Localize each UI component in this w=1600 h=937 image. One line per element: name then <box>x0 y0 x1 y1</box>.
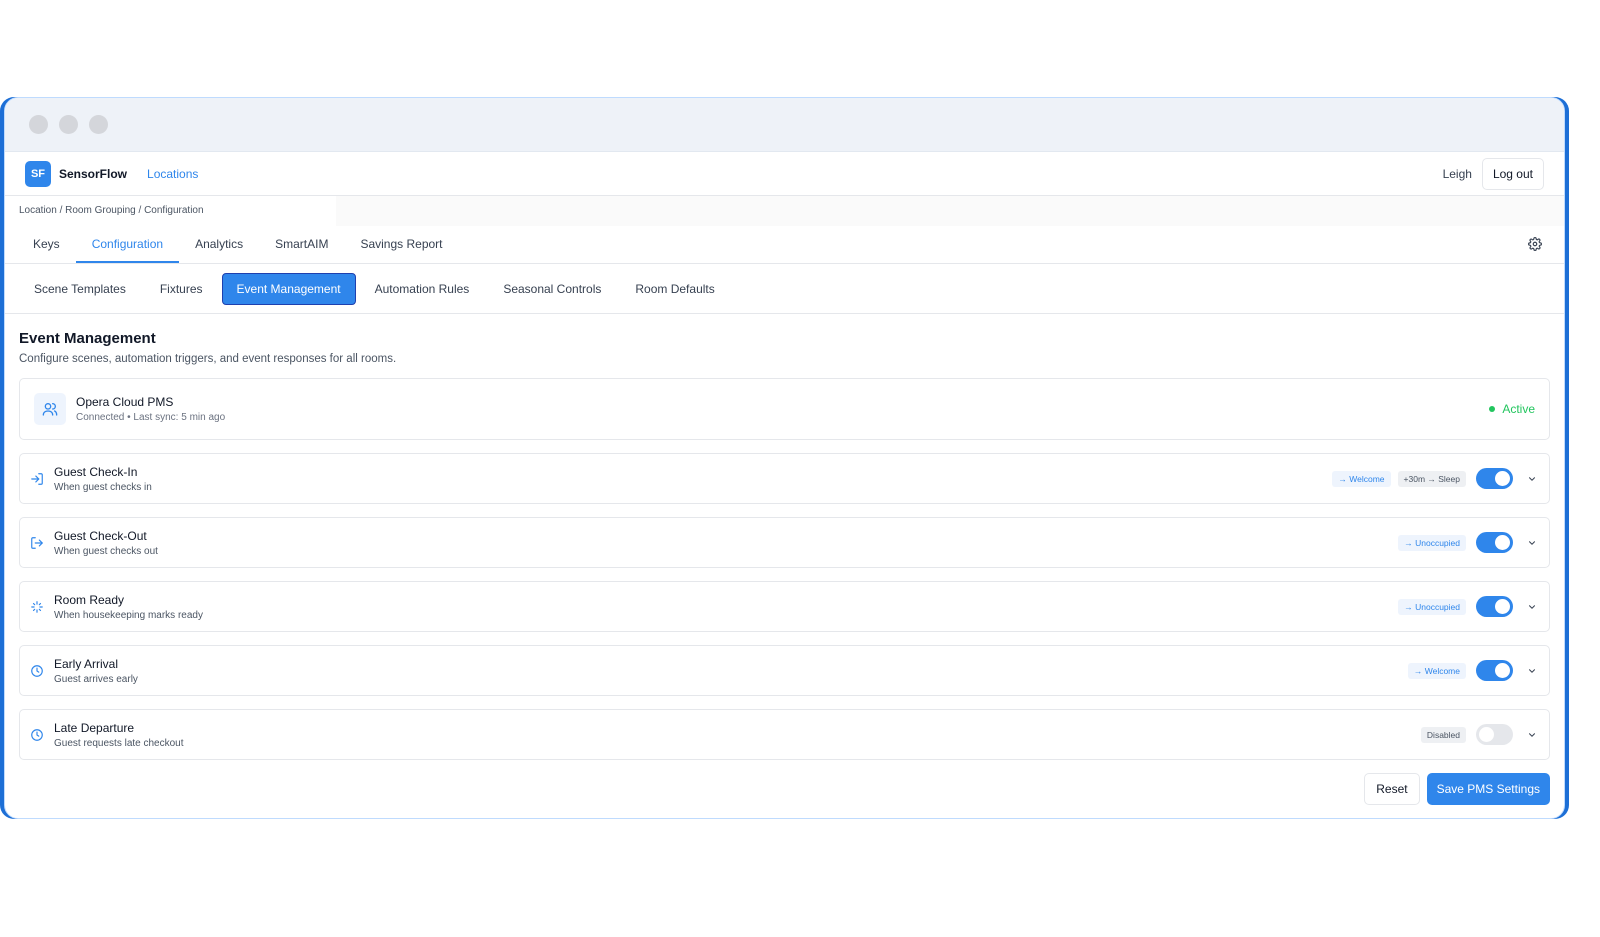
subtab-fixtures[interactable]: Fixtures <box>145 273 218 305</box>
chevron-down-icon[interactable] <box>1523 534 1541 552</box>
reset-button[interactable]: Reset <box>1364 773 1420 805</box>
pms-name: Opera Cloud PMS <box>76 395 174 409</box>
pms-status-line: Connected • Last sync: 5 min ago <box>76 412 226 423</box>
check-out-icon <box>30 536 44 550</box>
event-controls: → Unoccupied <box>1398 532 1541 553</box>
event-enable-toggle[interactable] <box>1476 532 1513 553</box>
window-maximize-dot[interactable] <box>89 115 108 134</box>
subtab-seasonal-controls[interactable]: Seasonal Controls <box>488 273 616 305</box>
event-controls: → Welcome <box>1407 660 1541 681</box>
main-tabs: Keys Configuration Analytics SmartAIM Saving… <box>5 226 1564 264</box>
page-title: Event Management <box>19 330 156 347</box>
chevron-down-icon[interactable] <box>1523 726 1541 744</box>
event-row-early-arrival[interactable]: Early Arrival Guest arrives early → Welcom… <box>19 645 1550 696</box>
event-enable-toggle[interactable] <box>1476 468 1513 489</box>
event-name: Late Departure <box>54 720 135 735</box>
pms-status-badge: Active <box>1489 402 1535 416</box>
gear-icon[interactable] <box>1528 237 1542 251</box>
scene-badge: → Unoccupied <box>1398 598 1466 615</box>
action-footer: Reset Save PMS Settings <box>19 773 1550 805</box>
event-row-room-ready[interactable]: Room Ready When housekeeping marks ready →… <box>19 581 1550 632</box>
event-controls: Disabled <box>1420 724 1541 745</box>
event-list: Guest Check-In When guest checks in → Welc… <box>19 453 1550 760</box>
clock-icon <box>30 664 44 678</box>
pms-connection-card: Opera Cloud PMS Connected • Last sync: 5… <box>19 378 1550 440</box>
breadcrumb: Location / Room Grouping / Configuration <box>5 195 336 226</box>
nav-locations-link[interactable]: Locations <box>147 167 198 181</box>
chevron-down-icon[interactable] <box>1523 598 1541 616</box>
event-row-guest-check-out[interactable]: Guest Check-Out When guest checks out → Un… <box>19 517 1550 568</box>
tab-smartaim[interactable]: SmartAIM <box>259 226 344 263</box>
check-in-icon <box>30 472 44 486</box>
event-name: Early Arrival <box>54 656 119 671</box>
subtab-scene-templates[interactable]: Scene Templates <box>19 273 141 305</box>
tab-savings-report[interactable]: Savings Report <box>344 226 458 263</box>
event-enable-toggle[interactable] <box>1476 596 1513 617</box>
event-controls: → Unoccupied <box>1398 596 1541 617</box>
event-name: Room Ready <box>54 592 125 607</box>
subtab-automation-rules[interactable]: Automation Rules <box>360 273 485 305</box>
window-minimize-dot[interactable] <box>59 115 78 134</box>
chevron-down-icon[interactable] <box>1523 662 1541 680</box>
event-description: Guest requests late checkout <box>54 737 184 749</box>
event-description: Guest arrives early <box>54 673 138 685</box>
scene-badge: → Unoccupied <box>1398 534 1466 551</box>
tab-analytics[interactable]: Analytics <box>179 226 259 263</box>
event-enable-toggle[interactable] <box>1476 660 1513 681</box>
brand-name: SensorFlow <box>59 166 128 181</box>
event-enable-toggle[interactable] <box>1476 724 1513 745</box>
event-description: When guest checks in <box>54 481 152 493</box>
users-icon <box>34 393 66 425</box>
event-description: When housekeeping marks ready <box>54 609 203 621</box>
scene-badge: → Welcome <box>1332 470 1391 487</box>
subtab-event-management[interactable]: Event Management <box>221 272 356 305</box>
sparkle-icon <box>30 600 44 614</box>
event-description: When guest checks out <box>54 545 158 557</box>
event-name: Guest Check-In <box>54 464 138 479</box>
subtab-room-defaults[interactable]: Room Defaults <box>620 273 729 305</box>
main-content: Event Management Configure scenes, autom… <box>5 330 1564 805</box>
scene-badge: → Welcome <box>1407 662 1466 679</box>
event-controls: → Welcome +30m → Sleep <box>1332 468 1541 489</box>
app-logo: SF <box>25 160 51 187</box>
event-row-late-departure[interactable]: Late Departure Guest requests late checko… <box>19 709 1550 760</box>
user-name: Leigh <box>1442 166 1472 181</box>
save-pms-settings-button[interactable]: Save PMS Settings <box>1426 773 1550 805</box>
breadcrumb-filler <box>336 195 1564 226</box>
event-name: Guest Check-Out <box>54 528 147 543</box>
header-user-area: Leigh Log out <box>1442 157 1544 190</box>
scene-badge: Disabled <box>1420 726 1466 743</box>
app-header: SF SensorFlow Locations Leigh Log out <box>5 152 1564 196</box>
status-dot-icon <box>1489 406 1496 412</box>
tab-keys[interactable]: Keys <box>17 226 76 263</box>
config-subtabs: Scene Templates Fixtures Event Management A… <box>5 264 1564 314</box>
breadcrumb-bar: Location / Room Grouping / Configuration <box>5 195 1564 226</box>
event-row-guest-check-in[interactable]: Guest Check-In When guest checks in → Welc… <box>19 453 1550 504</box>
page-description: Configure scenes, automation triggers, a… <box>19 353 397 365</box>
clock-icon <box>30 728 44 742</box>
scene-badge: +30m → Sleep <box>1397 470 1466 487</box>
window-close-dot[interactable] <box>29 115 48 134</box>
logout-button[interactable]: Log out <box>1481 157 1544 190</box>
tab-configuration[interactable]: Configuration <box>75 226 180 263</box>
window-titlebar <box>5 98 1564 152</box>
pms-status-label: Active <box>1502 402 1535 416</box>
browser-window: SF SensorFlow Locations Leigh Log out Lo… <box>4 97 1565 819</box>
chevron-down-icon[interactable] <box>1523 470 1541 488</box>
